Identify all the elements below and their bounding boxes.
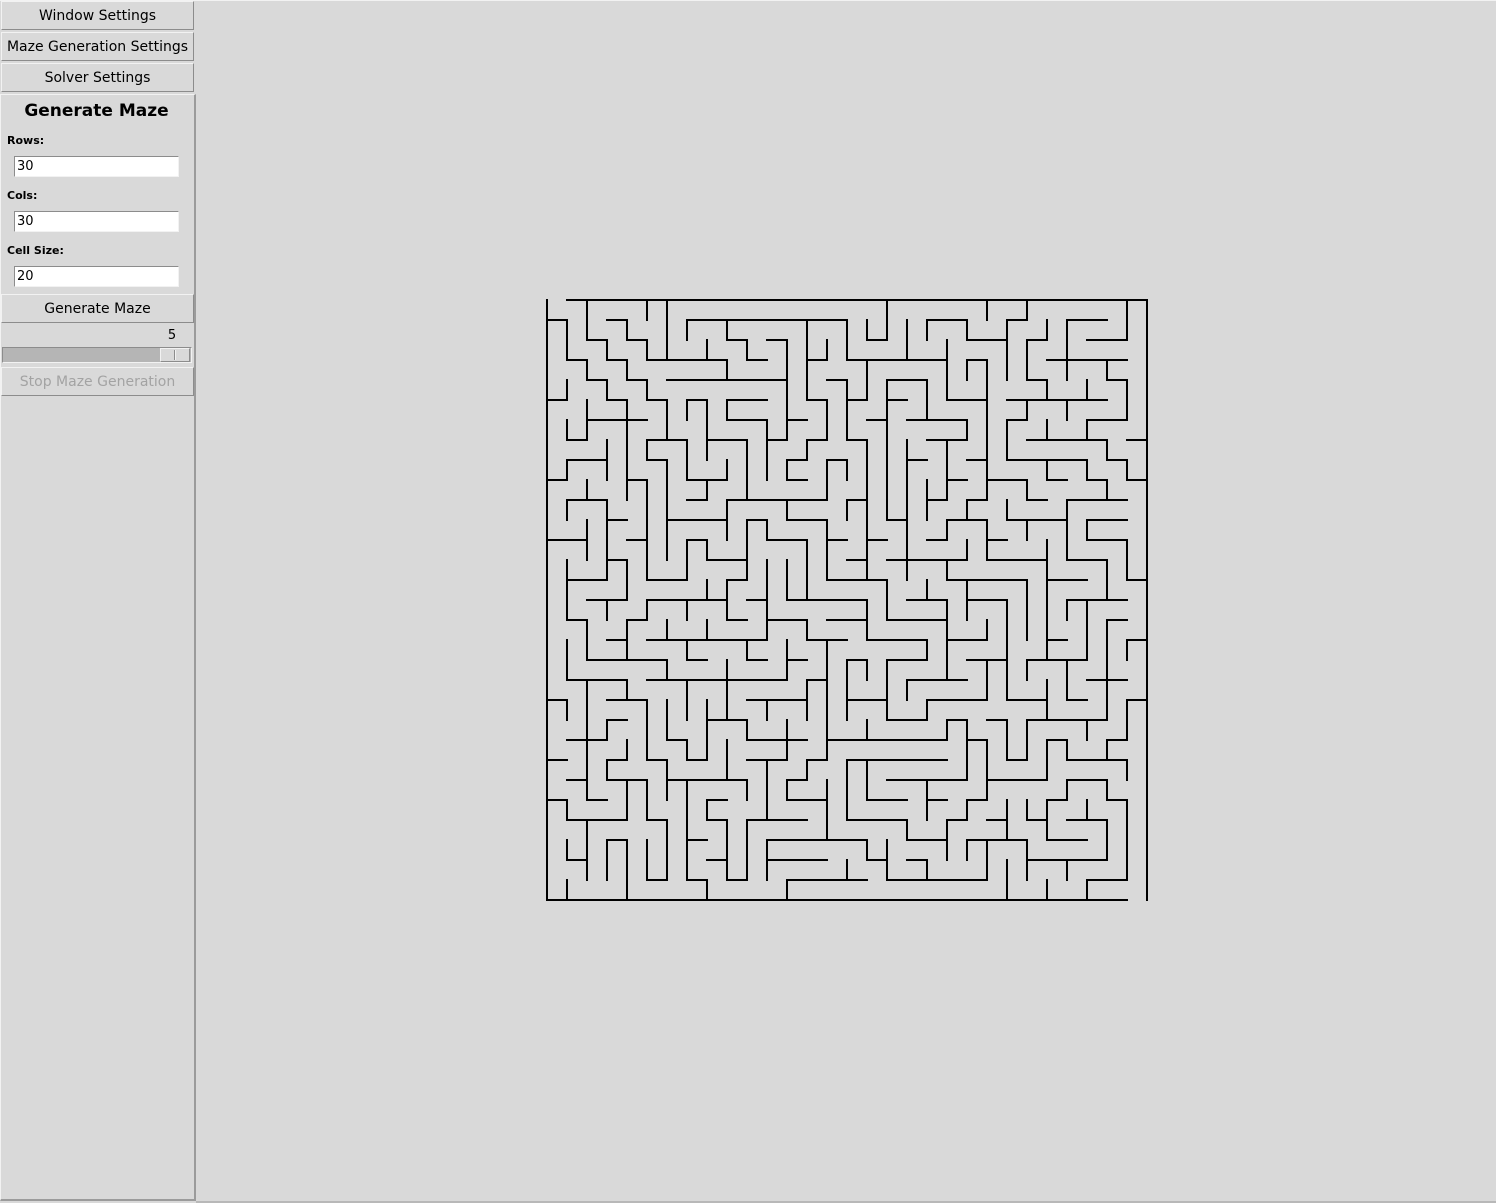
speed-value: 5 (167, 328, 177, 343)
control-panel: Window Settings Maze Generation Settings… (0, 0, 196, 1203)
maze-canvas (546, 299, 1148, 901)
generate-maze-panel (0, 94, 196, 1201)
rows-input[interactable] (14, 156, 179, 177)
cols-input[interactable] (14, 211, 179, 232)
maze-walls (546, 299, 1148, 901)
rows-label: Rows: (7, 134, 45, 147)
speed-slider-handle[interactable] (160, 348, 190, 362)
cell-size-label: Cell Size: (7, 244, 64, 257)
solver-settings-button[interactable]: Solver Settings (1, 63, 194, 92)
cell-size-input[interactable] (14, 266, 179, 287)
generate-maze-button[interactable]: Generate Maze (1, 294, 194, 323)
maze-generation-settings-button[interactable]: Maze Generation Settings (1, 32, 194, 61)
generate-maze-heading: Generate Maze (24, 101, 169, 121)
cols-label: Cols: (7, 189, 38, 202)
app-window: Window Settings Maze Generation Settings… (0, 0, 1496, 1203)
stop-maze-generation-button: Stop Maze Generation (1, 367, 194, 396)
window-settings-button[interactable]: Window Settings (1, 1, 194, 30)
